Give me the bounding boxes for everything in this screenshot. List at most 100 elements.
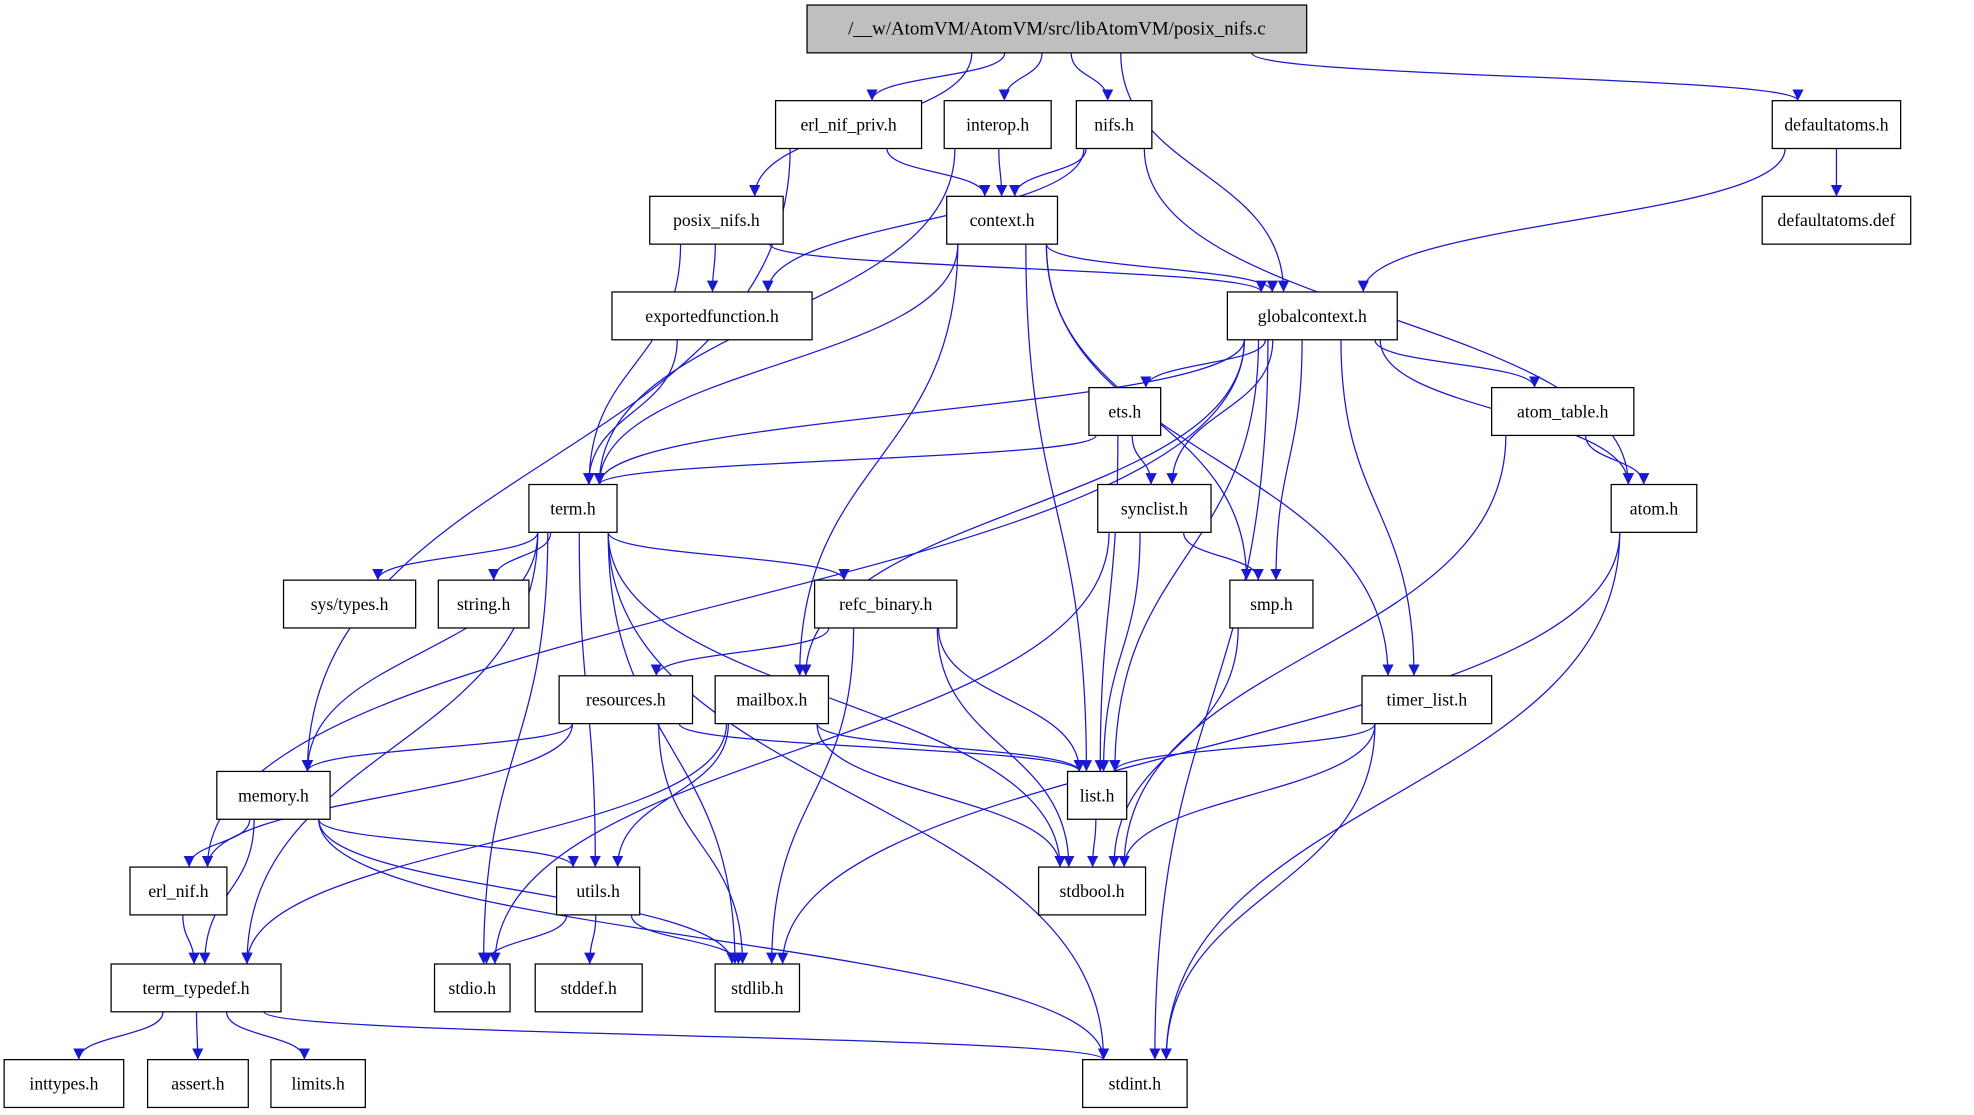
node-label: memory.h [238, 785, 309, 805]
edge-memory-to-erl_nif [183, 819, 251, 868]
edge-nifs-to-context [1009, 148, 1087, 197]
node-label: interop.h [966, 115, 1029, 135]
node-label: erl_nif.h [148, 881, 208, 901]
node-label: smp.h [1250, 594, 1293, 614]
node-label: defaultatoms.h [1784, 115, 1888, 135]
node-context[interactable]: context.h [946, 195, 1059, 245]
node-assert[interactable]: assert.h [146, 1058, 249, 1109]
node-list[interactable]: list.h [1066, 770, 1128, 820]
node-label: term_typedef.h [143, 978, 250, 998]
node-stdbool[interactable]: stdbool.h [1037, 866, 1147, 916]
node-label: context.h [970, 210, 1035, 230]
edge-utils-to-stdio [480, 914, 568, 965]
edge-memory-to-stdint [318, 819, 1110, 1060]
node-resources[interactable]: resources.h [558, 675, 694, 725]
edge-term-to-string [488, 532, 552, 581]
edge-globalcontext-to-stdint [1149, 339, 1269, 1060]
edge-term-to-refc_binary [607, 532, 850, 581]
node-label: refc_binary.h [839, 594, 932, 614]
node-label: stdlib.h [731, 978, 784, 998]
edge-mailbox-to-utils [612, 723, 730, 868]
node-mailbox[interactable]: mailbox.h [714, 675, 830, 725]
node-atom_table[interactable]: atom_table.h [1491, 386, 1635, 437]
node-stdint[interactable]: stdint.h [1082, 1058, 1188, 1109]
node-label: nifs.h [1094, 115, 1134, 135]
node-erl_nif_priv[interactable]: erl_nif_priv.h [774, 100, 923, 150]
edge-interop-to-context [995, 148, 1008, 197]
node-globalcontext[interactable]: globalcontext.h [1226, 291, 1398, 341]
node-limits[interactable]: limits.h [270, 1058, 366, 1109]
node-label: posix_nifs.h [673, 210, 760, 230]
edge-resources-to-memory [301, 723, 574, 772]
node-stdio[interactable]: stdio.h [433, 963, 511, 1013]
node-label: stdbool.h [1060, 881, 1125, 901]
edge-context-to-globalcontext [1045, 243, 1278, 293]
edge-context-to-list [1025, 244, 1093, 772]
node-timer_list[interactable]: timer_list.h [1361, 675, 1493, 725]
edge-atom_table-to-atom [1584, 435, 1650, 485]
node-label: list.h [1080, 785, 1115, 805]
edge-memory-to-stdlib [318, 819, 738, 964]
node-erl_nif[interactable]: erl_nif.h [129, 866, 228, 916]
node-utils[interactable]: utils.h [555, 866, 641, 916]
node-refc_binary[interactable]: refc_binary.h [813, 579, 958, 629]
edge-globalcontext-to-ets [1140, 339, 1267, 388]
node-string[interactable]: string.h [437, 579, 530, 629]
node-label: mailbox.h [736, 690, 807, 710]
node-sys_types[interactable]: sys/types.h [282, 579, 417, 629]
node-ets[interactable]: ets.h [1088, 386, 1162, 437]
node-term[interactable]: term.h [528, 483, 618, 533]
edge-globalcontext-to-timer_list [1340, 339, 1420, 676]
node-label: stddef.h [561, 978, 617, 998]
node-memory[interactable]: memory.h [216, 770, 331, 820]
edge-refc_binary-to-resources [650, 627, 830, 676]
node-term_typedef[interactable]: term_typedef.h [110, 963, 282, 1013]
node-defaultatoms[interactable]: defaultatoms.h [1771, 100, 1902, 150]
node-label: limits.h [291, 1074, 345, 1094]
edge-main-to-erl_nif_priv [866, 52, 1006, 101]
node-stdlib[interactable]: stdlib.h [714, 963, 801, 1013]
node-posix_nifs[interactable]: posix_nifs.h [649, 195, 784, 245]
node-smp[interactable]: smp.h [1229, 579, 1314, 629]
edge-term_typedef-to-assert [192, 1011, 204, 1060]
node-main[interactable]: /__w/AtomVM/AtomVM/src/libAtomVM/posix_n… [806, 4, 1308, 54]
node-label: resources.h [586, 690, 666, 710]
edge-utils-to-stdlib [630, 914, 745, 965]
edge-main-to-globalcontext [1120, 52, 1290, 292]
edge-mailbox-to-list [816, 723, 1085, 772]
edge-refc_binary-to-list [937, 627, 1086, 772]
edge-main-to-interop [998, 52, 1043, 101]
edge-main-to-nifs [1070, 52, 1114, 101]
node-label: string.h [457, 594, 511, 614]
node-atom[interactable]: atom.h [1610, 483, 1698, 533]
node-inttypes[interactable]: inttypes.h [3, 1058, 125, 1109]
node-label: synclist.h [1121, 498, 1188, 518]
edge-ets-to-term [593, 434, 1097, 486]
edge-smp-to-stdbool [1108, 627, 1239, 868]
edge-timer_list-to-list [1109, 723, 1376, 772]
nodes: /__w/AtomVM/AtomVM/src/libAtomVM/posix_n… [3, 4, 1912, 1109]
node-label: stdint.h [1109, 1074, 1162, 1094]
node-nifs[interactable]: nifs.h [1075, 100, 1153, 150]
edge-term_typedef-to-inttypes [73, 1011, 164, 1060]
node-label: term.h [550, 498, 596, 518]
node-exportedfunction[interactable]: exportedfunction.h [611, 291, 813, 341]
node-defaultatoms_def[interactable]: defaultatoms.def [1761, 195, 1912, 245]
edge-refc_binary-to-stdbool [936, 627, 1075, 868]
edge-posix_nifs-to-exportedfunction [706, 244, 719, 292]
node-interop[interactable]: interop.h [943, 100, 1052, 150]
edge-main-to-defaultatoms [1251, 52, 1804, 102]
edge-term-to-sys_types [372, 532, 539, 581]
node-label: ets.h [1108, 402, 1141, 422]
node-label: inttypes.h [29, 1074, 98, 1094]
node-label: utils.h [576, 881, 620, 901]
node-stddef[interactable]: stddef.h [534, 963, 643, 1013]
edge-erl_nif_priv-to-context [886, 148, 991, 197]
edge-erl_nif-to-term_typedef [182, 914, 200, 964]
edge-utils-to-stddef [584, 914, 597, 964]
node-label: timer_list.h [1386, 690, 1467, 710]
node-label: /__w/AtomVM/AtomVM/src/libAtomVM/posix_n… [848, 18, 1266, 39]
node-synclist[interactable]: synclist.h [1097, 483, 1212, 533]
node-label: sys/types.h [311, 594, 389, 614]
edge-defaultatoms-to-globalcontext [1357, 148, 1786, 292]
